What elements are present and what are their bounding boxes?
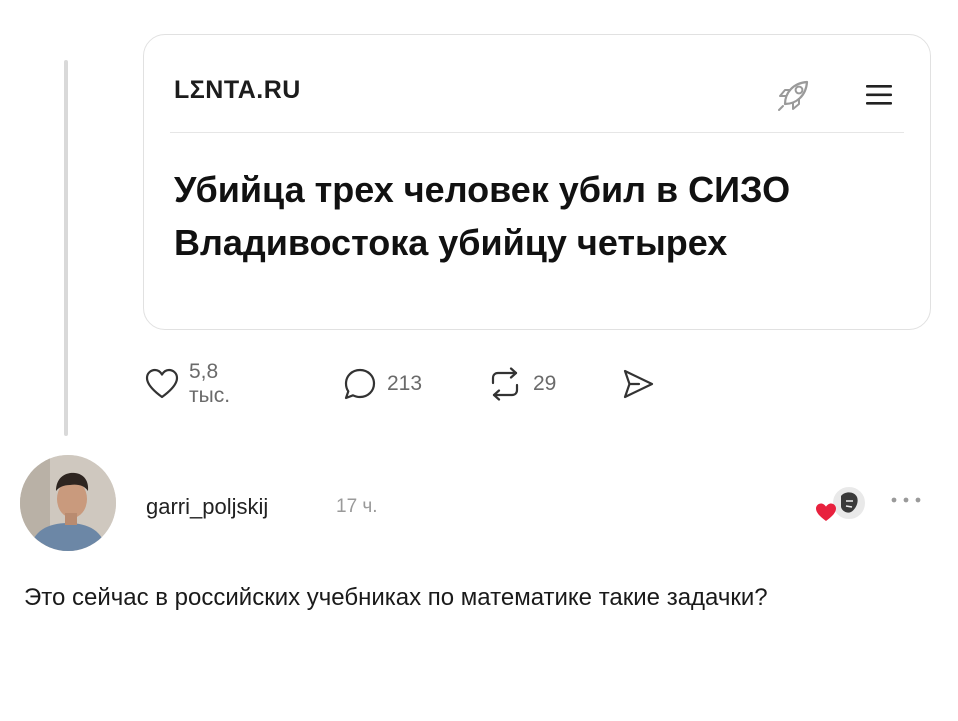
username[interactable]: garri_poljskij (146, 494, 268, 520)
repost-icon (487, 367, 523, 401)
comment-bubble-icon (343, 367, 377, 401)
reply-text: Это сейчас в российских учебниках по мат… (24, 584, 768, 611)
article-headline[interactable]: Убийца трех человек убил в СИЗО Владивос… (174, 163, 864, 269)
comment-button[interactable]: 213 (343, 364, 422, 404)
source-logo: LΣNTA.RU (174, 76, 301, 104)
thread-line (64, 60, 68, 436)
repost-button[interactable]: 29 (487, 364, 556, 404)
heart-icon (145, 368, 179, 400)
repost-count: 29 (533, 372, 557, 395)
comment-count: 213 (387, 372, 423, 395)
heart-badge-icon (816, 503, 836, 521)
post-timestamp: 17 ч. (336, 496, 378, 517)
like-count: 5,8 тыс. (189, 360, 231, 407)
rocket-icon[interactable] (774, 75, 814, 115)
hamburger-menu-icon[interactable] (864, 82, 894, 108)
share-button[interactable] (621, 364, 655, 404)
card-divider (170, 132, 904, 133)
avatar[interactable] (20, 455, 116, 551)
more-options-icon[interactable] (886, 492, 926, 508)
like-button[interactable]: 5,8 тыс. (145, 360, 230, 407)
liked-by-author-indicator[interactable] (813, 483, 873, 527)
share-icon (621, 367, 655, 401)
quoted-article-card[interactable]: LΣNTA.RU Убийца трех человек убил в СИЗО… (143, 34, 931, 330)
